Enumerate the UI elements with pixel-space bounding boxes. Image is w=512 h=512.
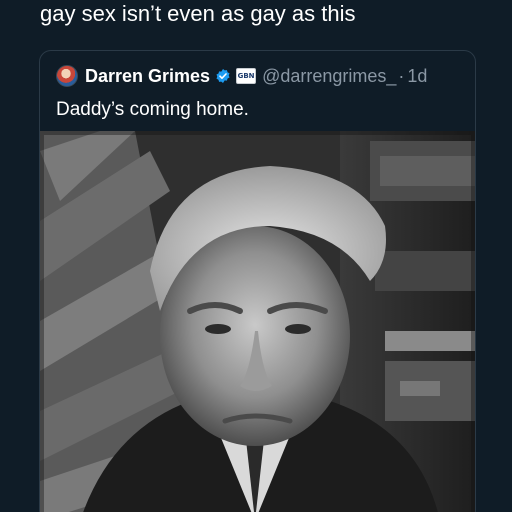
tweet-photo[interactable]: [40, 131, 475, 512]
portrait-photo-illustration: [40, 131, 475, 512]
quoted-tweet-card[interactable]: Darren Grimes GBN @darrengrimes_ · 1d Da…: [39, 50, 476, 512]
quoted-tweet-header: Darren Grimes GBN @darrengrimes_ · 1d: [56, 65, 427, 87]
author-handle[interactable]: @darrengrimes_: [262, 66, 396, 87]
tweet-timestamp[interactable]: 1d: [407, 66, 427, 87]
quoted-tweet-text: Daddy’s coming home.: [56, 99, 249, 120]
affiliate-badge-icon[interactable]: GBN: [236, 68, 257, 84]
verified-badge-icon: [215, 68, 231, 84]
separator-dot: ·: [398, 65, 405, 86]
author-display-name[interactable]: Darren Grimes: [85, 66, 210, 87]
avatar[interactable]: [56, 65, 78, 87]
post-text: gay sex isn’t even as gay as this: [40, 1, 356, 26]
